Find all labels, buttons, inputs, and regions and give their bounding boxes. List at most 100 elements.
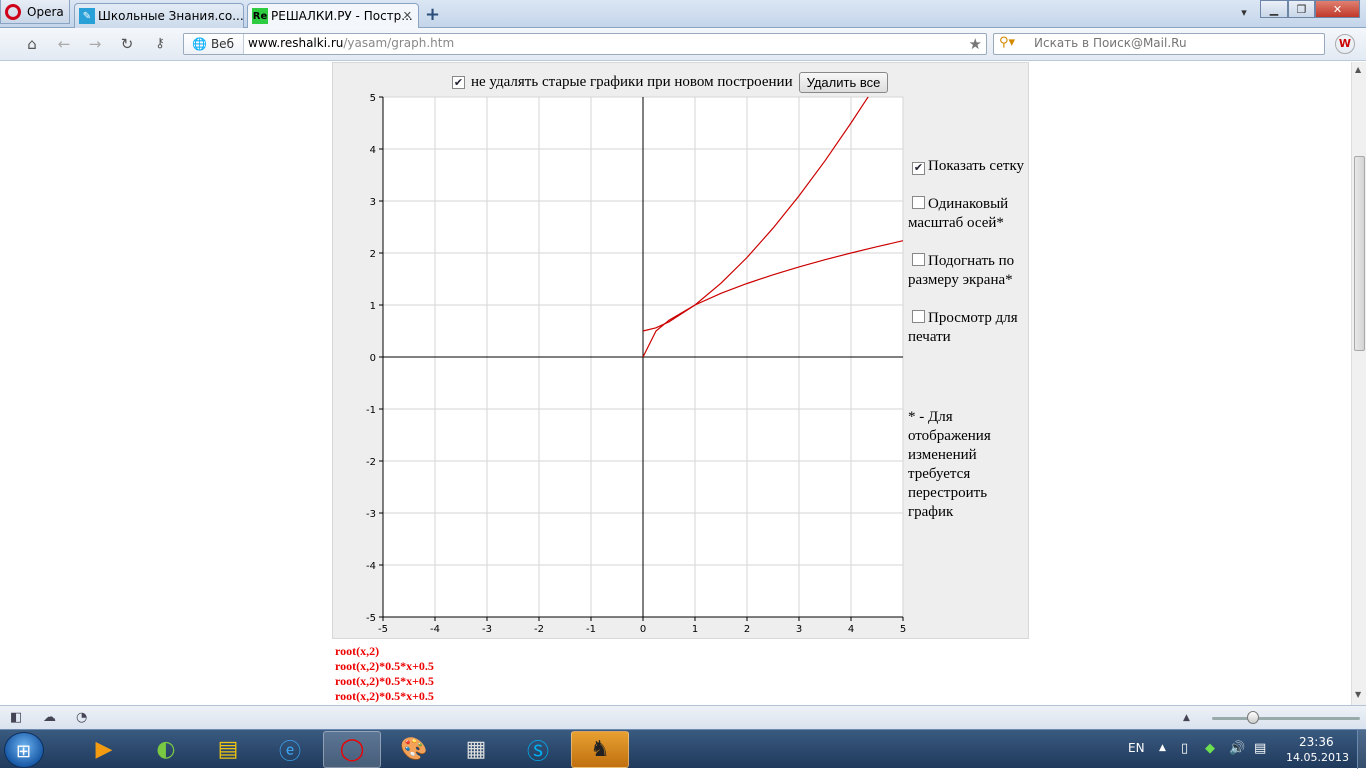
print-view-checkbox[interactable] [912, 310, 925, 323]
x-tick-label: -2 [534, 624, 544, 635]
calculator-icon[interactable]: ▦ [447, 731, 505, 768]
school-favicon-icon: ✎ [79, 8, 95, 24]
y-tick-label: -4 [366, 561, 376, 572]
windows-taskbar: ⊞ ▶ ◐ ▤ ⓔ ◯ 🎨 ▦ Ⓢ ♞ EN ▲ ▯ ◆ 🔊 ▤ 23:36 1… [0, 729, 1366, 769]
x-tick-label: -3 [482, 624, 492, 635]
clock-date[interactable]: 14.05.2013 [1286, 751, 1349, 764]
graph-options: ✔ Показать сетку Одинаковый масштаб осей*… [908, 157, 1033, 366]
minimize-button[interactable]: ▁ [1260, 0, 1288, 18]
search-box[interactable]: ⚲▾ [993, 33, 1325, 55]
language-indicator[interactable]: EN [1128, 741, 1145, 755]
url-text[interactable]: www.reshalki.ru/yasam/graph.htm [248, 36, 454, 50]
opera-menu-button[interactable]: Opera [0, 0, 70, 24]
clock-time[interactable]: 23:36 [1299, 735, 1334, 749]
x-tick-label: 1 [692, 624, 698, 635]
network-icon[interactable]: ▤ [1254, 741, 1266, 756]
close-window-button[interactable]: ✕ [1315, 0, 1360, 18]
title-bar: Opera ✎ Школьные Знания.со... Re РЕШАЛКИ… [0, 0, 1366, 28]
forward-icon[interactable]: → [85, 35, 105, 53]
x-tick-label: 3 [796, 624, 802, 635]
scroll-down-icon[interactable]: ▼ [1355, 690, 1361, 699]
fit-screen-checkbox[interactable] [912, 253, 925, 266]
option-print-view[interactable]: Просмотр для печати [908, 309, 1033, 347]
option-equal-scale[interactable]: Одинаковый масштаб осей* [908, 195, 1033, 233]
picasa-icon[interactable]: ◐ [137, 731, 195, 768]
new-tab-button[interactable]: + [425, 4, 440, 25]
tab-title: РЕШАЛКИ.РУ - Постр... [271, 9, 413, 23]
panel-toggle-icon[interactable]: ◧ [10, 710, 22, 725]
y-tick-label: -1 [366, 405, 376, 416]
formula-item: root(x,2)*0.5*x+0.5 [335, 659, 434, 673]
zoom-slider[interactable] [1212, 717, 1360, 720]
show-desktop-button[interactable] [1357, 730, 1366, 769]
tab-close-icon[interactable]: ✕ [403, 9, 412, 22]
y-tick-label: 3 [370, 197, 376, 208]
start-button[interactable]: ⊞ [4, 732, 44, 768]
address-bar[interactable]: 🌐 Веб www.reshalki.ru/yasam/graph.htm ★ [183, 33, 987, 55]
globe-icon: 🌐 [192, 37, 207, 51]
y-tick-label: -3 [366, 509, 376, 520]
internet-explorer-icon[interactable]: ⓔ [261, 731, 319, 768]
counter-strike-icon[interactable]: ♞ [571, 731, 629, 768]
vertical-scrollbar[interactable]: ▲ ▼ [1351, 62, 1366, 705]
tab-list-chevron-icon[interactable]: ▾ [1233, 3, 1255, 21]
page-content: ✔ не удалять старые графики при новом по… [0, 62, 1351, 705]
file-explorer-icon[interactable]: ▤ [199, 731, 257, 768]
bookmark-star-icon[interactable]: ★ [969, 35, 982, 53]
home-icon[interactable]: ⌂ [22, 35, 42, 53]
zoom-slider-thumb[interactable] [1247, 711, 1259, 724]
search-engine-icon[interactable]: ⚲▾ [999, 35, 1015, 50]
option-show-grid[interactable]: ✔ Показать сетку [908, 157, 1033, 176]
function-graph[interactable]: 5 4 3 2 1 0 -1 -2 -3 -4 -5-5 -4 -3 -2 -1 0 1 2 3 4 5 [332, 87, 907, 642]
equal-scale-checkbox[interactable] [912, 196, 925, 209]
y-tick-label: -5 [366, 613, 376, 624]
speed-dial-icon[interactable]: ◔ [76, 710, 87, 725]
search-input[interactable] [1034, 36, 1314, 50]
opera-taskbar-icon[interactable]: ◯ [323, 731, 381, 768]
x-tick-label: 2 [744, 624, 750, 635]
formula-item: root(x,2)*0.5*x+0.5 [335, 689, 434, 703]
reshalki-favicon-icon: Re [252, 8, 268, 24]
tab-title: Школьные Знания.со... [98, 9, 244, 23]
tray-expand-icon[interactable]: ▲ [1159, 743, 1166, 753]
option-fit-screen[interactable]: Подогнать по размеру экрана* [908, 252, 1033, 290]
y-tick-label: 1 [370, 301, 376, 312]
formula-item: root(x,2) [335, 644, 380, 658]
tab-school-knowledge[interactable]: ✎ Школьные Знания.со... [74, 3, 244, 28]
phone-tray-icon[interactable]: ▯ [1181, 741, 1188, 756]
x-tick-label: -4 [430, 624, 440, 635]
y-tick-label: 2 [370, 249, 376, 260]
tab-reshalki[interactable]: Re РЕШАЛКИ.РУ - Постр... ✕ [247, 3, 419, 28]
cloud-icon[interactable]: ☁ [43, 710, 56, 725]
x-tick-label: -1 [586, 624, 596, 635]
redraw-note: * - Для отображения изменений требуется … [908, 409, 991, 520]
extension-w-icon[interactable]: W [1335, 34, 1355, 54]
opera-logo-icon [5, 3, 21, 20]
zoom-menu-icon[interactable]: ▲ [1183, 713, 1190, 723]
show-grid-checkbox[interactable]: ✔ [912, 162, 925, 175]
y-tick-label: -2 [366, 457, 376, 468]
x-tick-label: 5 [900, 624, 906, 635]
y-tick-label: 4 [370, 145, 376, 156]
opera-menu-label: Opera [27, 4, 64, 19]
formula-item: root(x,2)*0.5*x+0.5 [335, 674, 434, 688]
web-badge[interactable]: 🌐 Веб [184, 34, 244, 54]
volume-icon[interactable]: 🔊 [1229, 741, 1245, 756]
x-tick-label: 0 [640, 624, 646, 635]
x-tick-label: -5 [378, 624, 388, 635]
skype-icon[interactable]: Ⓢ [509, 731, 567, 768]
y-tick-label: 0 [370, 353, 376, 364]
key-icon[interactable]: ⚷ [150, 35, 170, 53]
y-tick-label: 5 [370, 93, 376, 104]
windows-logo-icon: ⊞ [16, 741, 32, 762]
media-player-icon[interactable]: ▶ [75, 731, 133, 768]
formula-list: root(x,2) root(x,2)*0.5*x+0.5 root(x,2)*… [335, 644, 434, 704]
navigation-toolbar: ⌂ ← → ↻ ⚷ 🌐 Веб www.reshalki.ru/yasam/gr… [0, 28, 1366, 61]
scroll-thumb[interactable] [1354, 156, 1365, 351]
reload-icon[interactable]: ↻ [117, 35, 137, 53]
paint-icon[interactable]: 🎨 [385, 731, 443, 768]
back-icon[interactable]: ← [54, 35, 74, 53]
security-tray-icon[interactable]: ◆ [1205, 741, 1215, 756]
maximize-button[interactable]: ❐ [1288, 0, 1315, 18]
scroll-up-icon[interactable]: ▲ [1355, 65, 1361, 74]
